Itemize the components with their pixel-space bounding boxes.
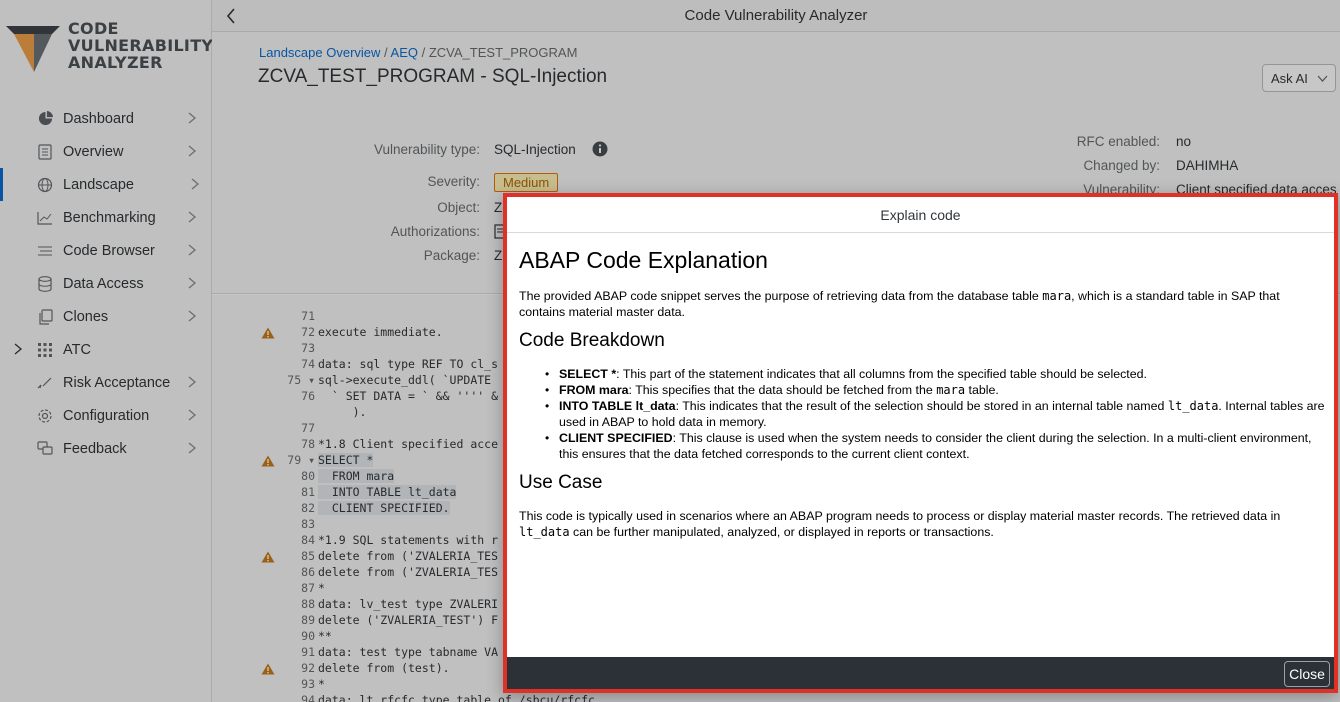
dialog-content: ABAP Code Explanation The provided ABAP … — [519, 247, 1327, 540]
list-item: SELECT *: This part of the statement ind… — [543, 366, 1327, 382]
dialog-footer: Close — [507, 657, 1334, 689]
code-breakdown-heading: Code Breakdown — [519, 330, 665, 351]
dialog-title: Explain code — [507, 197, 1334, 233]
list-item: CLIENT SPECIFIED: This clause is used wh… — [543, 430, 1327, 462]
use-case-paragraph: This code is typically used in scenarios… — [519, 509, 1281, 539]
breakdown-list: SELECT *: This part of the statement ind… — [519, 366, 1327, 462]
use-case-heading: Use Case — [519, 472, 603, 493]
explanation-heading: ABAP Code Explanation — [519, 247, 768, 273]
list-item: FROM mara: This specifies that the data … — [543, 382, 1327, 398]
explain-code-dialog: Explain code ABAP Code Explanation The p… — [503, 193, 1338, 693]
list-item: INTO TABLE lt_data: This indicates that … — [543, 398, 1327, 430]
close-button[interactable]: Close — [1284, 661, 1330, 687]
intro-paragraph: The provided ABAP code snippet serves th… — [519, 289, 1280, 319]
